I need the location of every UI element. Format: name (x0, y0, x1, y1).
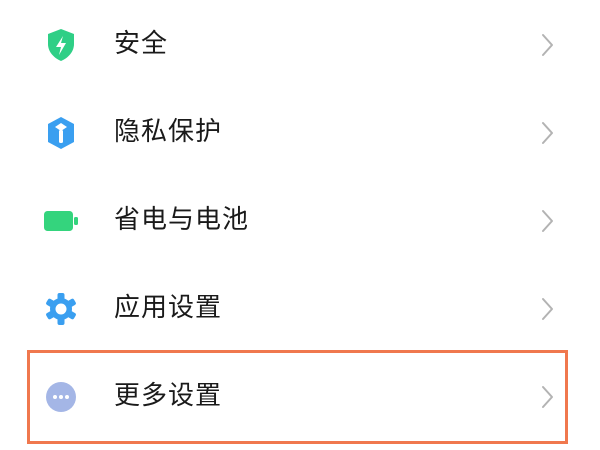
settings-item-security[interactable]: 安全 (0, 0, 600, 88)
shield-bolt-icon (44, 28, 78, 62)
more-dots-icon (44, 380, 78, 414)
settings-item-label: 安全 (114, 29, 169, 59)
gear-icon (44, 292, 78, 326)
chevron-right-icon (538, 383, 556, 411)
settings-item-label: 更多设置 (114, 381, 223, 411)
settings-item-app-settings[interactable]: 应用设置 (0, 264, 600, 352)
settings-item-label: 省电与电池 (114, 205, 250, 235)
chevron-right-icon (538, 119, 556, 147)
privacy-shield-icon (44, 116, 78, 150)
chevron-right-icon (538, 207, 556, 235)
settings-item-battery[interactable]: 省电与电池 (0, 176, 600, 264)
battery-icon (44, 204, 78, 238)
settings-item-more-settings[interactable]: 更多设置 (0, 352, 600, 440)
settings-item-label: 隐私保护 (114, 117, 223, 147)
settings-item-label: 应用设置 (114, 293, 223, 323)
settings-list: 安全 隐私保护 省电与电池 应用设置 更多设置 (0, 0, 600, 450)
settings-item-privacy[interactable]: 隐私保护 (0, 88, 600, 176)
chevron-right-icon (538, 31, 556, 59)
chevron-right-icon (538, 295, 556, 323)
